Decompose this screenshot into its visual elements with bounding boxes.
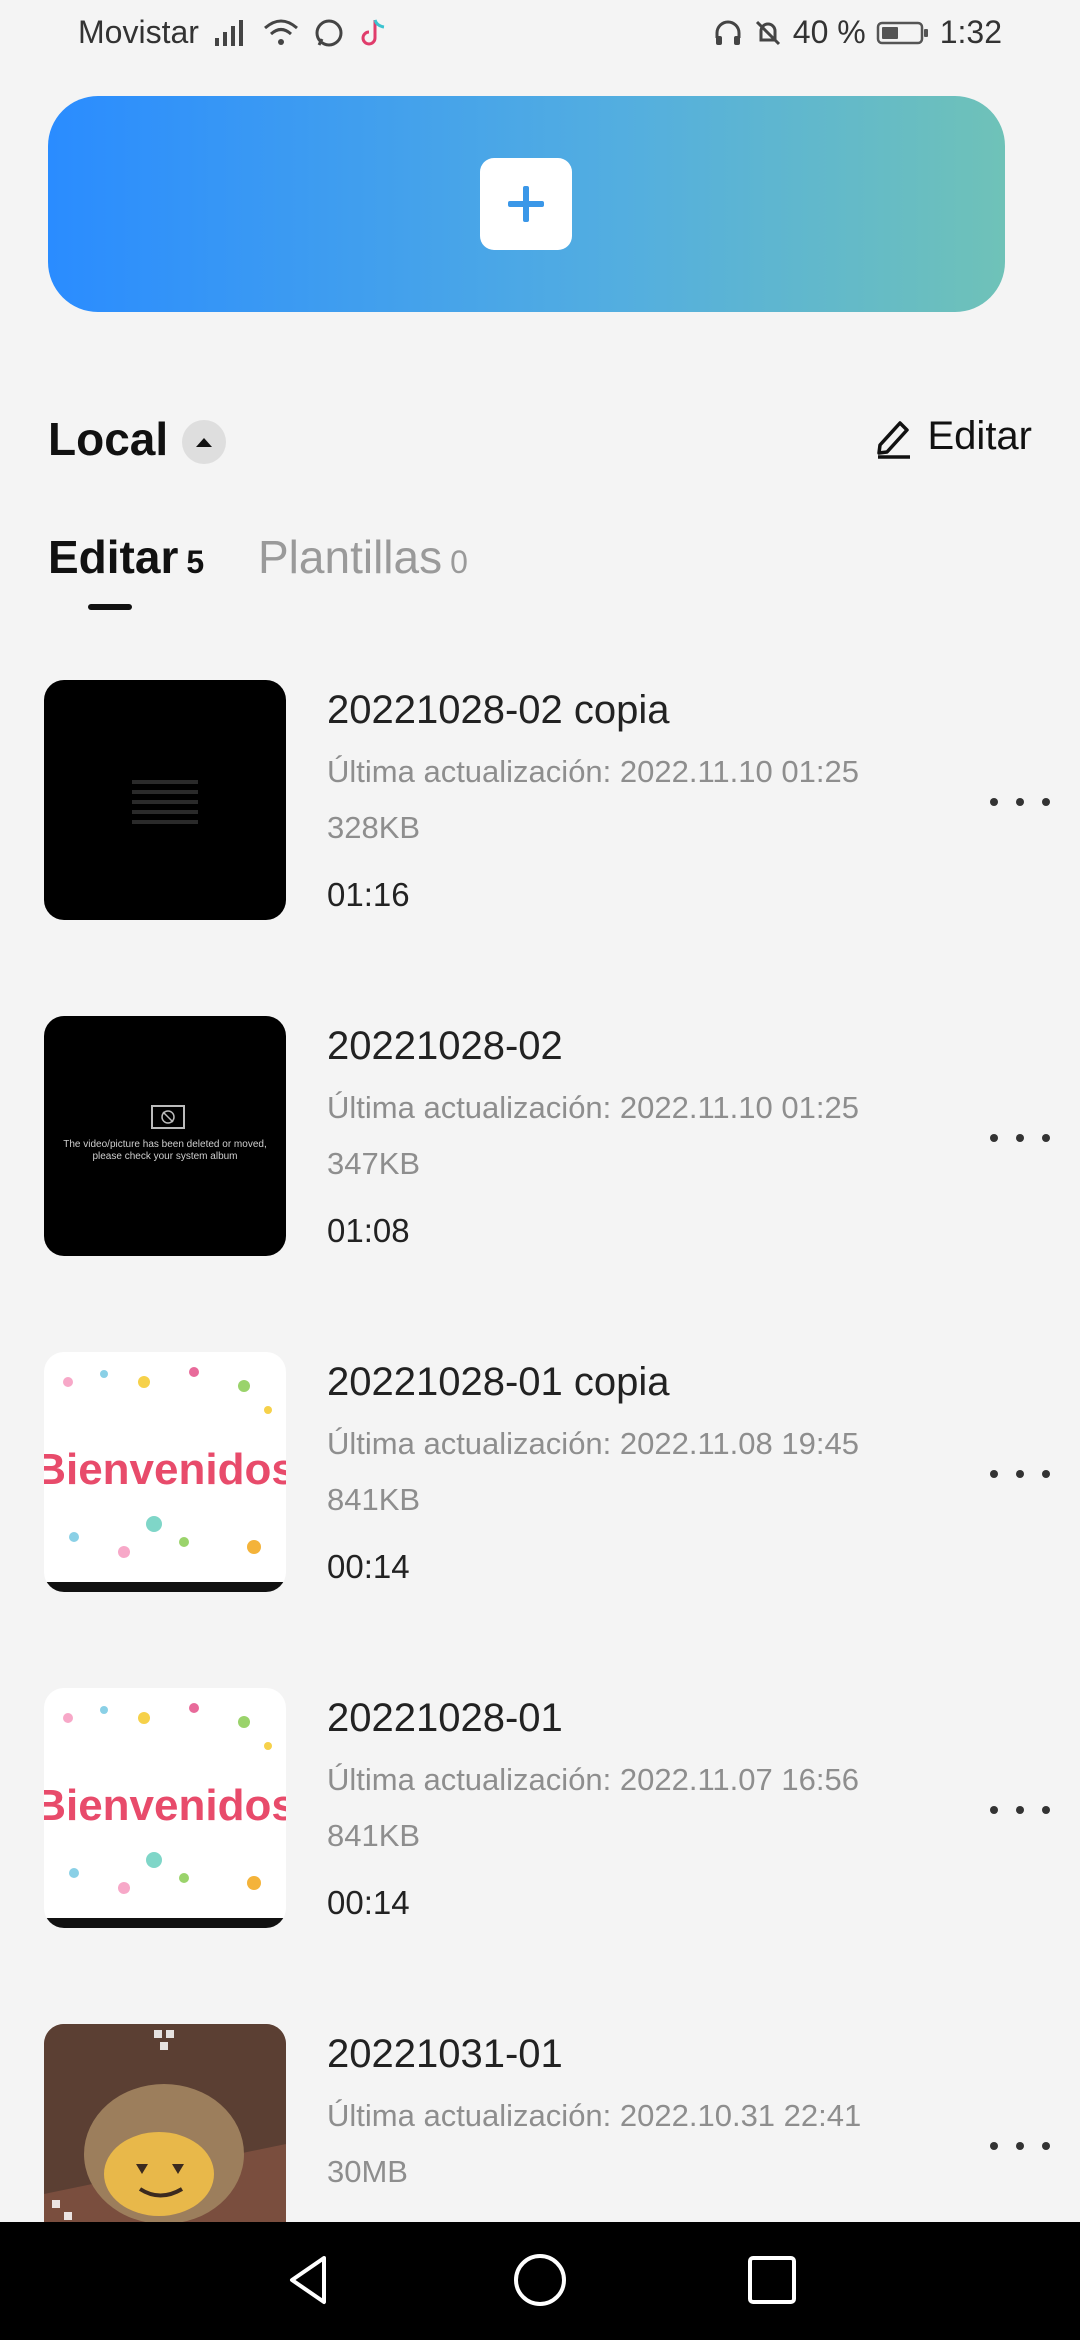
signal-icon: [214, 19, 243, 46]
project-thumbnail: Bienvenidos: [44, 1688, 286, 1928]
new-project-button[interactable]: [48, 96, 1005, 312]
tab-editar[interactable]: Editar 5: [48, 530, 204, 584]
wifi-icon: [263, 19, 298, 45]
more-options-icon[interactable]: [990, 790, 1050, 814]
project-item[interactable]: Bienvenidos 20221028-01 Última actualiza…: [0, 1688, 1080, 1928]
more-options-icon[interactable]: [990, 1798, 1050, 1822]
back-icon[interactable]: [282, 2252, 338, 2308]
headphones-icon: [715, 20, 741, 45]
tab-count: 0: [450, 544, 468, 580]
project-updated: Última actualización: 2022.10.31 22:41: [327, 2098, 862, 2133]
thumbnail-text: Bienvenidos: [44, 1445, 286, 1494]
project-duration: 00:14: [327, 1884, 410, 1921]
project-size: 841KB: [327, 1482, 421, 1517]
status-bar: Movistar 40 % 1:32: [0, 0, 1080, 72]
tiktok-icon: [361, 18, 385, 45]
more-options-icon[interactable]: [990, 2134, 1050, 2158]
battery-icon: [876, 21, 928, 44]
edit-button[interactable]: Editar: [874, 414, 1033, 459]
project-title: 20221028-01 copia: [327, 1360, 670, 1404]
project-title: 20221031-01: [327, 2032, 563, 2076]
project-duration: 00:14: [327, 1548, 410, 1585]
project-thumbnail: Bienvenidos: [44, 1352, 286, 1592]
project-updated: Última actualización: 2022.11.10 01:25: [327, 1090, 859, 1125]
project-thumbnail: The video/picture has been deleted or mo…: [44, 1016, 286, 1256]
missing-media-icon: [151, 1105, 185, 1129]
project-title: 20221028-02: [327, 1024, 563, 1068]
recents-icon[interactable]: [744, 2252, 800, 2308]
project-size: 347KB: [327, 1146, 421, 1181]
project-updated: Última actualización: 2022.11.08 19:45: [327, 1426, 859, 1461]
tab-label: Plantillas: [258, 531, 443, 583]
tab-plantillas[interactable]: Plantillas 0: [258, 530, 468, 584]
project-item[interactable]: 20221028-02 copia Última actualización: …: [0, 680, 1080, 920]
project-title: 20221028-02 copia: [327, 688, 670, 732]
system-nav-bar: [0, 2222, 1080, 2340]
whatsapp-icon: [315, 19, 343, 46]
svg-text:please check your system album: please check your system album: [92, 1151, 237, 1162]
project-thumbnail: [44, 680, 286, 920]
carrier-label: Movistar: [78, 14, 199, 50]
project-title: 20221028-01: [327, 1696, 563, 1740]
tab-count: 5: [186, 544, 205, 580]
deleted-notice-text: The video/picture has been deleted or mo…: [63, 1139, 266, 1150]
section-title: Local: [48, 413, 169, 465]
active-tab-indicator: [88, 604, 132, 610]
collapse-toggle[interactable]: [182, 420, 226, 464]
project-item[interactable]: Bienvenidos 20221028-01 copia Última act…: [0, 1352, 1080, 1592]
project-size: 841KB: [327, 1818, 421, 1853]
pencil-icon: [876, 420, 910, 459]
project-updated: Última actualización: 2022.11.07 16:56: [327, 1762, 859, 1797]
plus-icon: [480, 158, 572, 250]
thumbnail-text: Bienvenidos: [44, 1781, 286, 1830]
edit-label: Editar: [927, 414, 1033, 458]
project-size: 328KB: [327, 810, 421, 845]
project-size: 30MB: [327, 2154, 408, 2189]
battery-percent: 40 %: [792, 14, 866, 50]
caret-up-icon: [196, 438, 212, 447]
clock: 1:32: [939, 14, 1002, 50]
more-options-icon[interactable]: [990, 1462, 1050, 1486]
home-icon[interactable]: [512, 2252, 568, 2308]
project-item[interactable]: The video/picture has been deleted or mo…: [0, 1016, 1080, 1256]
project-duration: 01:08: [327, 1212, 410, 1249]
mute-bell-icon: [755, 20, 780, 45]
project-updated: Última actualización: 2022.11.10 01:25: [327, 754, 859, 789]
more-options-icon[interactable]: [990, 1126, 1050, 1150]
project-duration: 01:16: [327, 876, 410, 913]
tab-label: Editar: [48, 531, 179, 583]
